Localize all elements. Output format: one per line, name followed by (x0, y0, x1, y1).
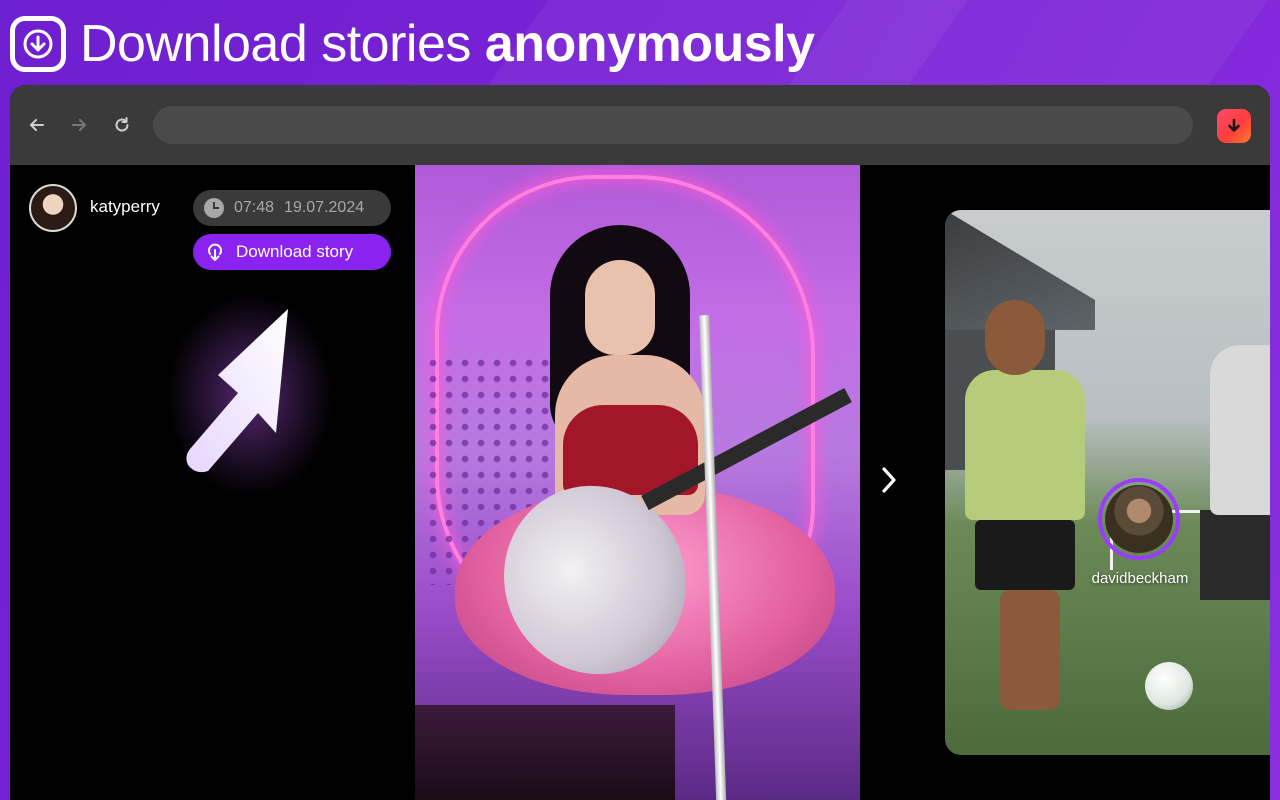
download-label: Download story (236, 242, 354, 261)
arrow-left-icon (30, 119, 44, 131)
download-icon (208, 243, 222, 261)
pointer-arrow-icon (186, 309, 288, 473)
headline-bold: anonymously (484, 15, 815, 73)
headline-text: Download stories anonymously (80, 14, 815, 74)
story-viewer: katyperry 07:48 19.07.2024 Download stor… (10, 165, 1270, 800)
headline-regular: Download stories (80, 15, 471, 73)
headline: Download stories anonymously (10, 14, 815, 74)
drum-kit (415, 705, 675, 800)
avatar[interactable] (29, 184, 77, 232)
player-legs (1000, 590, 1060, 710)
player2 (1210, 345, 1270, 515)
chevron-right-icon (882, 467, 896, 493)
story-date: 19.07.2024 (284, 199, 365, 216)
next-story-username[interactable]: davidbeckham (1084, 570, 1196, 587)
download-story-button[interactable]: Download story (193, 234, 391, 270)
story-time: 07:48 (234, 199, 275, 216)
soccer-ball (1145, 662, 1193, 710)
next-story-avatar[interactable] (1098, 478, 1180, 560)
player2-shorts (1200, 510, 1270, 600)
reload-icon (115, 117, 129, 132)
next-story-button[interactable] (876, 465, 902, 495)
avatar-image (1105, 485, 1173, 553)
player-shorts (975, 520, 1075, 590)
address-bar[interactable] (153, 106, 1193, 144)
story-username[interactable]: katyperry (90, 197, 160, 217)
arrow-right-icon (72, 119, 86, 131)
reload-button[interactable] (110, 113, 134, 137)
browser-toolbar (10, 85, 1270, 165)
download-icon (1228, 118, 1240, 132)
next-story-preview[interactable] (945, 210, 1270, 755)
back-button[interactable] (25, 113, 49, 137)
browser-window: katyperry 07:48 19.07.2024 Download stor… (10, 85, 1270, 800)
clock-icon (204, 198, 224, 218)
face (585, 260, 655, 355)
player-shirt (965, 370, 1085, 520)
extension-button[interactable] (1217, 109, 1251, 143)
download-icon (10, 16, 66, 72)
story-image[interactable] (415, 165, 860, 800)
forward-button[interactable] (67, 113, 91, 137)
player-head (985, 300, 1045, 375)
timestamp-badge: 07:48 19.07.2024 (193, 190, 391, 226)
